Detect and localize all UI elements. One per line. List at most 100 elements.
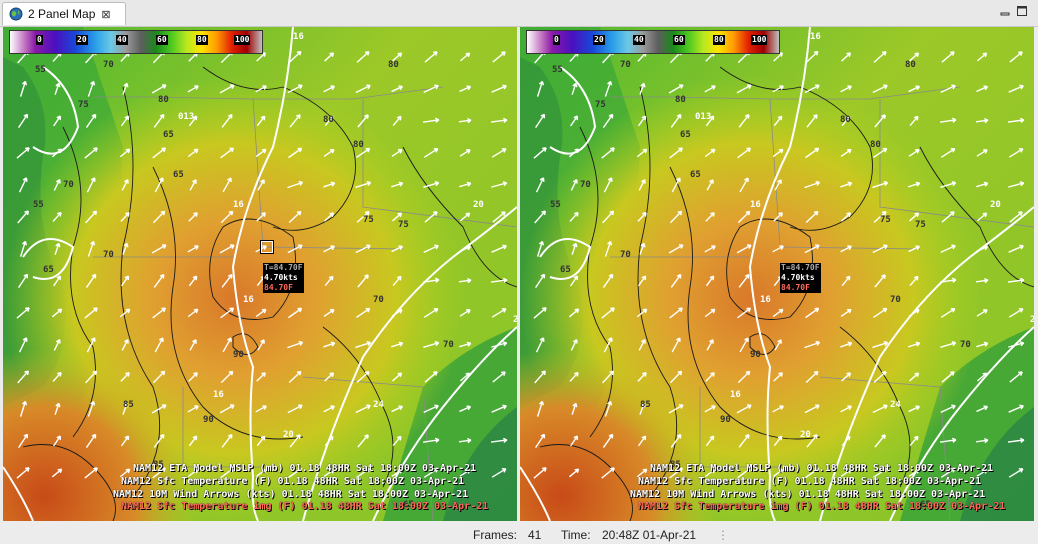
contour-value-label: 16 [233,200,244,210]
contour-value-label: 20 [473,200,484,210]
contour-value-label: 80 [158,95,169,105]
contour-value-label: 16 [243,295,254,305]
legend-entry[interactable]: NAM12 Sfc Temperature (F) 01.18 48HR Sat… [638,476,981,487]
maximize-icon[interactable] [1017,6,1027,16]
colorbar-tick-label: 20 [76,35,88,45]
map-panel-left[interactable]: 55 55 65 65 65 85 70 75 80 80 80 75 75 70 70 65 90 90 85 70… [3,27,517,521]
legend-entry[interactable]: NAM12 ETA Model MSLP (mb) 01.18 48HR Sat… [133,463,476,474]
readout-line: 4.70kts [263,273,304,283]
contour-value-label: 16 [760,295,771,305]
contour-value-label: 55 [552,65,563,75]
contour-value-label: 85 [640,400,651,410]
contour-value-label: 65 [163,130,174,140]
contour-value-label: 24 [513,315,517,325]
contour-value-label: 70 [620,60,631,70]
contour-value-label: 85 [123,400,134,410]
contour-value-label: 90 [750,350,761,360]
contour-value-label: 16 [293,32,304,42]
contour-value-label: 24 [373,400,384,410]
contour-value-label: 80 [840,115,851,125]
temperature-map[interactable]: 5555656565857075 80808075 7570706590908570… [520,27,1034,521]
contour-value-label: 75 [398,220,409,230]
contour-value-label: 24 [890,400,901,410]
contour-value-label: 80 [323,115,334,125]
contour-value-label: 16 [810,32,821,42]
contour-value-label: 70 [580,180,591,190]
contour-value-label: 65 [680,130,691,140]
colorbar-tick-label: 60 [673,35,685,45]
colorbar-tick-label: 80 [713,35,725,45]
colorbar-tick-label: 40 [633,35,645,45]
contour-value-label: 70 [103,60,114,70]
probe-cursor[interactable] [260,240,274,254]
contour-value-label: 20 [800,430,811,440]
colorbar-tick-label: 80 [196,35,208,45]
contour-value-label: 20 [283,430,294,440]
contour-value-label: 24 [1030,315,1034,325]
contour-value-label: 65 [43,265,54,275]
contour-value-label: 70 [890,295,901,305]
close-icon[interactable]: ⊠ [101,8,110,21]
colorbar-tick-label: 100 [751,35,768,45]
contour-value-label: 75 [880,215,891,225]
contour-value-label: 013 [695,112,711,122]
tab-title: 2 Panel Map [28,7,96,21]
contour-value-label: 80 [675,95,686,105]
legend-entry[interactable]: NAM12 Sfc Temperature img (F) 01.18 48HR… [638,501,1005,512]
readout-line: 4.70kts [780,273,821,283]
time-value: 20:48Z 01-Apr-21 [602,528,697,542]
contour-value-label: 80 [353,140,364,150]
probe-readout: T=84.70F 4.70kts 84.70F [263,263,304,293]
minimize-icon[interactable] [1000,6,1010,16]
readout-line: T=84.70F [780,263,821,273]
legend-entry[interactable]: NAM12 10M Wind Arrows (kts) 01.18 48HR S… [630,489,985,500]
temperature-map[interactable]: 5555656565857075 80808075 7570706590908570… [3,27,517,521]
legend-entry[interactable]: NAM12 Sfc Temperature img (F) 01.18 48HR… [121,501,488,512]
contour-value-label: 75 [915,220,926,230]
colorbar-tick-label: 0 [36,35,43,45]
contour-value-label: 013 [178,112,194,122]
contour-value-label: 20 [990,200,1001,210]
contour-value-label: 55 [550,200,561,210]
readout-line: T=84.70F [263,263,304,273]
contour-value-label: 70 [373,295,384,305]
contour-value-label: 16 [213,390,224,400]
contour-value-label: 80 [388,60,399,70]
status-bar: Frames: 41 Time: 20:48Z 01-Apr-21 ⋮ [0,524,1038,544]
colorbar-tick-label: 20 [593,35,605,45]
contour-value-label: 80 [905,60,916,70]
frames-label: Frames: [473,528,518,542]
contour-value-label: 55 [35,65,46,75]
contour-value-label: 70 [63,180,74,190]
colorbar-tick-label: 60 [156,35,168,45]
frames-value: 41 [528,528,542,542]
contour-value-label: 80 [870,140,881,150]
legend-entry[interactable]: NAM12 10M Wind Arrows (kts) 01.18 48HR S… [113,489,468,500]
colorbar-tick-label: 0 [553,35,560,45]
colorbar-tick-label: 40 [116,35,128,45]
contour-value-label: 70 [443,340,454,350]
contour-value-label: 65 [560,265,571,275]
time-label: Time: [561,528,591,542]
contour-value-label: 70 [620,250,631,260]
contour-value-label: 55 [33,200,44,210]
legend-entry[interactable]: NAM12 ETA Model MSLP (mb) 01.18 48HR Sat… [650,463,993,474]
contour-value-label: 75 [363,215,374,225]
readout-line: 84.70F [780,283,821,293]
colorbar-tick-label: 100 [234,35,251,45]
contour-value-label: 16 [730,390,741,400]
contour-value-label: 70 [103,250,114,260]
temperature-colorbar: 0 20 40 60 80 100 [526,30,780,54]
temperature-colorbar: 0 20 40 60 80 100 [9,30,263,54]
globe-icon [9,7,23,21]
probe-readout: T=84.70F 4.70kts 84.70F [780,263,821,293]
contour-value-label: 75 [78,100,89,110]
contour-value-label: 16 [750,200,761,210]
contour-value-label: 90 [203,415,214,425]
tab-bar: 2 Panel Map ⊠ [0,0,1038,27]
tab-2-panel-map[interactable]: 2 Panel Map ⊠ [2,2,126,25]
contour-value-label: 70 [960,340,971,350]
map-panel-right[interactable]: 55 55 65 65 65 85 70 75 80 80 80 75 75 70 70 65 90 90 85 70… [520,27,1034,521]
legend-entry[interactable]: NAM12 Sfc Temperature (F) 01.18 48HR Sat… [121,476,464,487]
status-divider: ⋮ [717,528,729,542]
